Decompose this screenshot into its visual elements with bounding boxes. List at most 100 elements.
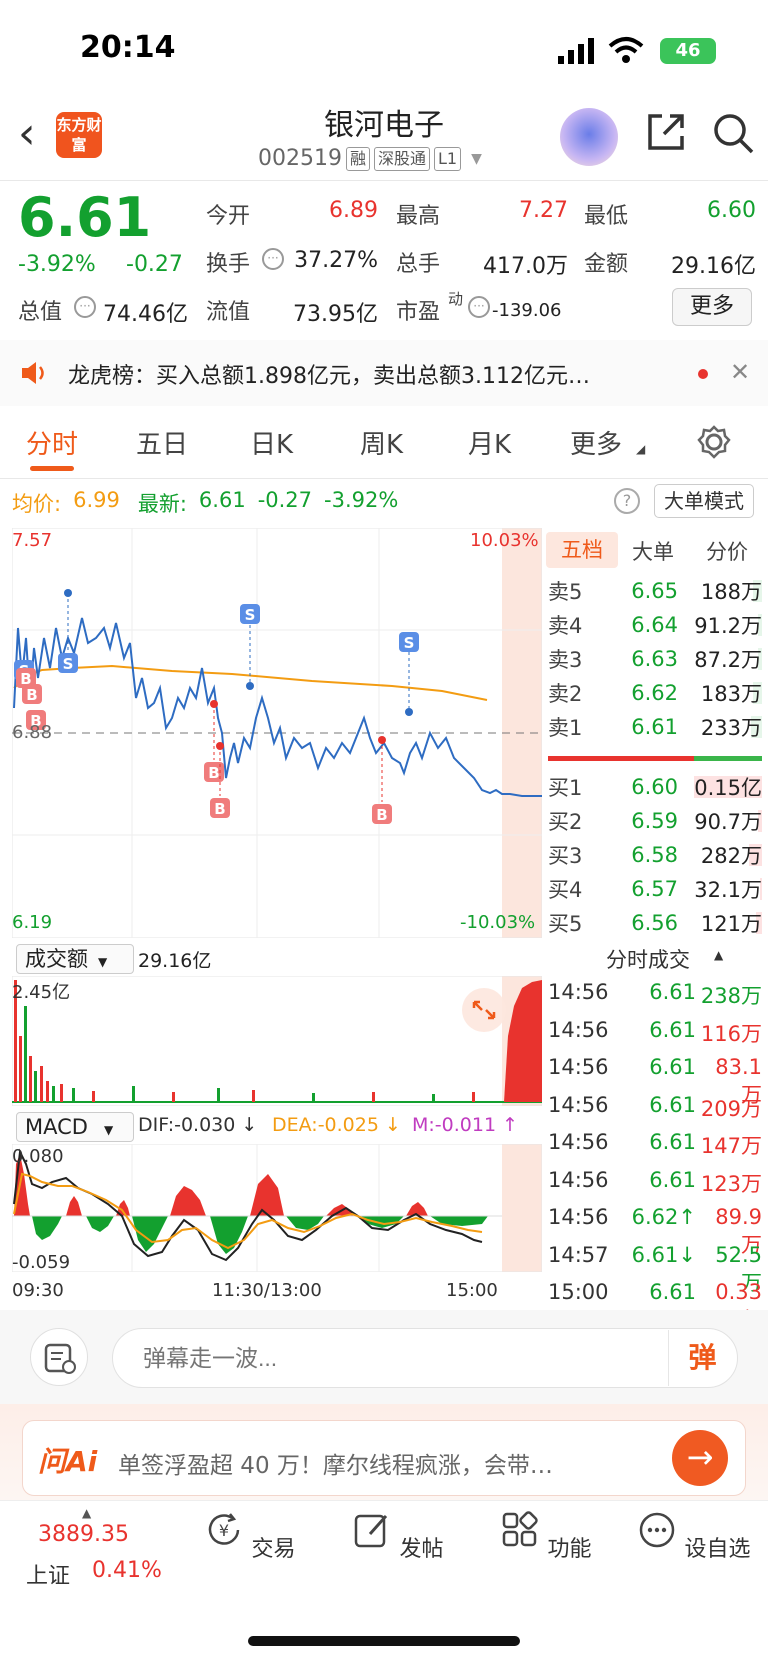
tab-weekly-k[interactable]: 周K bbox=[360, 424, 403, 461]
tick-row[interactable]: 14:56 6.61 147万 bbox=[548, 1130, 762, 1160]
tick-time: 14:56 bbox=[548, 980, 609, 1004]
macd-histogram bbox=[14, 1154, 488, 1254]
buy-row[interactable]: 买2 6.59 90.7万 bbox=[548, 804, 762, 838]
tick-row[interactable]: 14:56 6.61 238万 bbox=[548, 980, 762, 1010]
sell-row[interactable]: 卖5 6.65 188万 bbox=[548, 574, 762, 608]
buy-row[interactable]: 买4 6.57 32.1万 bbox=[548, 872, 762, 906]
orderbook-tab-bigorder[interactable]: 大单 bbox=[632, 536, 674, 566]
svg-text:¥: ¥ bbox=[219, 1521, 229, 1540]
big-order-mode-button[interactable]: 大单模式 bbox=[654, 484, 754, 518]
sell-row[interactable]: 卖3 6.63 87.2万 bbox=[548, 642, 762, 676]
buy-row[interactable]: 买1 6.60 0.15亿 bbox=[548, 770, 762, 804]
help-icon[interactable]: ? bbox=[614, 488, 640, 514]
sell-row[interactable]: 卖4 6.64 91.2万 bbox=[548, 608, 762, 642]
amount-label: 金额 bbox=[584, 252, 629, 277]
sell-price: 6.64 bbox=[631, 613, 678, 637]
danmu-settings-button[interactable] bbox=[30, 1328, 88, 1386]
tab-more[interactable]: 更多 bbox=[570, 424, 622, 461]
sell-label: 卖1 bbox=[548, 716, 583, 740]
volume-bar bbox=[432, 1094, 435, 1102]
tick-volume: 209万 bbox=[700, 1096, 762, 1121]
buy-row[interactable]: 买5 6.56 121万 bbox=[548, 906, 762, 940]
danmu-send-button[interactable]: 弹 bbox=[668, 1330, 736, 1386]
intraday-price-chart[interactable]: S S S S B B B B B B bbox=[12, 528, 542, 938]
tick-price: 6.61 bbox=[649, 1130, 696, 1154]
info-icon[interactable]: ··· bbox=[262, 248, 284, 270]
nav-trade[interactable]: ¥ 交易 bbox=[180, 1510, 320, 1563]
tab-intraday[interactable]: 分时 bbox=[26, 424, 78, 461]
tab-5day[interactable]: 五日 bbox=[136, 424, 188, 461]
volume-chart[interactable] bbox=[12, 976, 542, 1106]
share-icon[interactable] bbox=[646, 112, 686, 152]
index-name[interactable]: 上证 bbox=[26, 1558, 70, 1590]
x-axis-mid: 11:30/13:00 bbox=[212, 1280, 322, 1301]
tick-row[interactable]: 14:56 6.61 123万 bbox=[548, 1168, 762, 1198]
macd-indicator-select[interactable]: MACD ▼ bbox=[16, 1112, 134, 1142]
sell-vol: 233万 bbox=[700, 716, 762, 740]
gear-icon[interactable] bbox=[696, 424, 732, 460]
volume-label: 总手 bbox=[396, 252, 441, 277]
tick-volume: 238万 bbox=[700, 984, 762, 1008]
danmu-input[interactable] bbox=[112, 1328, 738, 1388]
info-icon[interactable]: ··· bbox=[468, 296, 490, 318]
arrow-right-icon[interactable]: → bbox=[672, 1430, 728, 1486]
sell-price: 6.62 bbox=[631, 681, 678, 705]
nav-watchlist[interactable]: 设自选 bbox=[624, 1510, 764, 1563]
tag-connect: 深股通 bbox=[374, 146, 431, 171]
turnover-label: 换手 bbox=[206, 252, 251, 277]
avg-label: 均价: bbox=[12, 492, 62, 516]
macd-chart[interactable] bbox=[12, 1144, 542, 1272]
signal-markers: S S S S B B B B B B bbox=[14, 589, 419, 824]
price-min-label: 6.19 bbox=[12, 912, 53, 933]
nav-post[interactable]: 发帖 bbox=[328, 1510, 468, 1563]
pe-value: -139.06 bbox=[492, 300, 562, 321]
expand-icon[interactable] bbox=[462, 988, 506, 1032]
ai-prompt-text[interactable]: 单签浮盈超 40 万！摩尔线程疯涨，会带… bbox=[118, 1446, 553, 1480]
volume-tag-label: 成交额 bbox=[25, 947, 88, 971]
compose-icon bbox=[355, 1514, 388, 1548]
volume-bar bbox=[92, 1091, 95, 1102]
latest-value: 6.61 bbox=[198, 488, 246, 512]
corner-arrow-icon: ◢ bbox=[636, 442, 646, 456]
tick-row[interactable]: 14:56 6.61 116万 bbox=[548, 1018, 762, 1048]
orderbook-tab-price[interactable]: 分价 bbox=[706, 536, 748, 566]
tab-monthly-k[interactable]: 月K bbox=[468, 424, 511, 461]
caret-up-icon: ▲ bbox=[82, 1506, 92, 1520]
orderbook-tab-level5[interactable]: 五档 bbox=[546, 532, 618, 568]
more-button[interactable]: 更多 bbox=[672, 288, 752, 326]
index-pct[interactable]: 0.41% bbox=[92, 1558, 162, 1583]
svg-text:S: S bbox=[63, 655, 74, 673]
change-amt: -0.27 bbox=[126, 252, 183, 277]
tick-row[interactable]: 14:56 6.61 209万 bbox=[548, 1093, 762, 1123]
volume-bar bbox=[40, 1066, 43, 1102]
index-value[interactable]: 3889.35 bbox=[38, 1522, 129, 1547]
chevron-down-icon[interactable]: ▼ bbox=[471, 151, 482, 167]
volume-indicator-select[interactable]: 成交额 ▼ bbox=[16, 944, 134, 974]
close-icon[interactable]: ✕ bbox=[730, 358, 750, 386]
search-icon[interactable] bbox=[712, 112, 754, 154]
tick-volume: 123万 bbox=[700, 1171, 762, 1196]
volume-bar bbox=[252, 1090, 255, 1102]
buy-row[interactable]: 买3 6.58 282万 bbox=[548, 838, 762, 872]
sell-vol: 91.2万 bbox=[694, 614, 762, 638]
chevron-up-icon[interactable]: ▲ bbox=[714, 948, 723, 962]
prev-close-label: 6.88 bbox=[12, 722, 53, 743]
buy-label: 买2 bbox=[548, 810, 583, 834]
news-text[interactable]: 龙虎榜：买入总额1.898亿元，卖出总额3.112亿元… bbox=[68, 358, 590, 390]
volume-bar bbox=[132, 1086, 135, 1102]
sell-row[interactable]: 卖2 6.62 183万 bbox=[548, 676, 762, 710]
ai-robot-avatar[interactable] bbox=[560, 108, 618, 166]
buy-price: 6.59 bbox=[631, 809, 678, 833]
sell-row[interactable]: 卖1 6.61 233万 bbox=[548, 710, 762, 744]
chevron-down-icon: ▼ bbox=[98, 955, 108, 969]
tick-price: 6.61 bbox=[649, 1017, 696, 1042]
info-icon[interactable]: ··· bbox=[74, 296, 96, 318]
volume-bar bbox=[72, 1088, 75, 1102]
nav-functions[interactable]: 功能 bbox=[476, 1510, 616, 1563]
volume-bar bbox=[472, 1092, 475, 1102]
tab-daily-k[interactable]: 日K bbox=[250, 424, 293, 461]
tab-underline bbox=[30, 466, 74, 471]
latest-label: 最新: bbox=[137, 492, 187, 516]
trade-icon: ¥ bbox=[209, 1513, 240, 1545]
buy-vol: 32.1万 bbox=[694, 878, 762, 902]
